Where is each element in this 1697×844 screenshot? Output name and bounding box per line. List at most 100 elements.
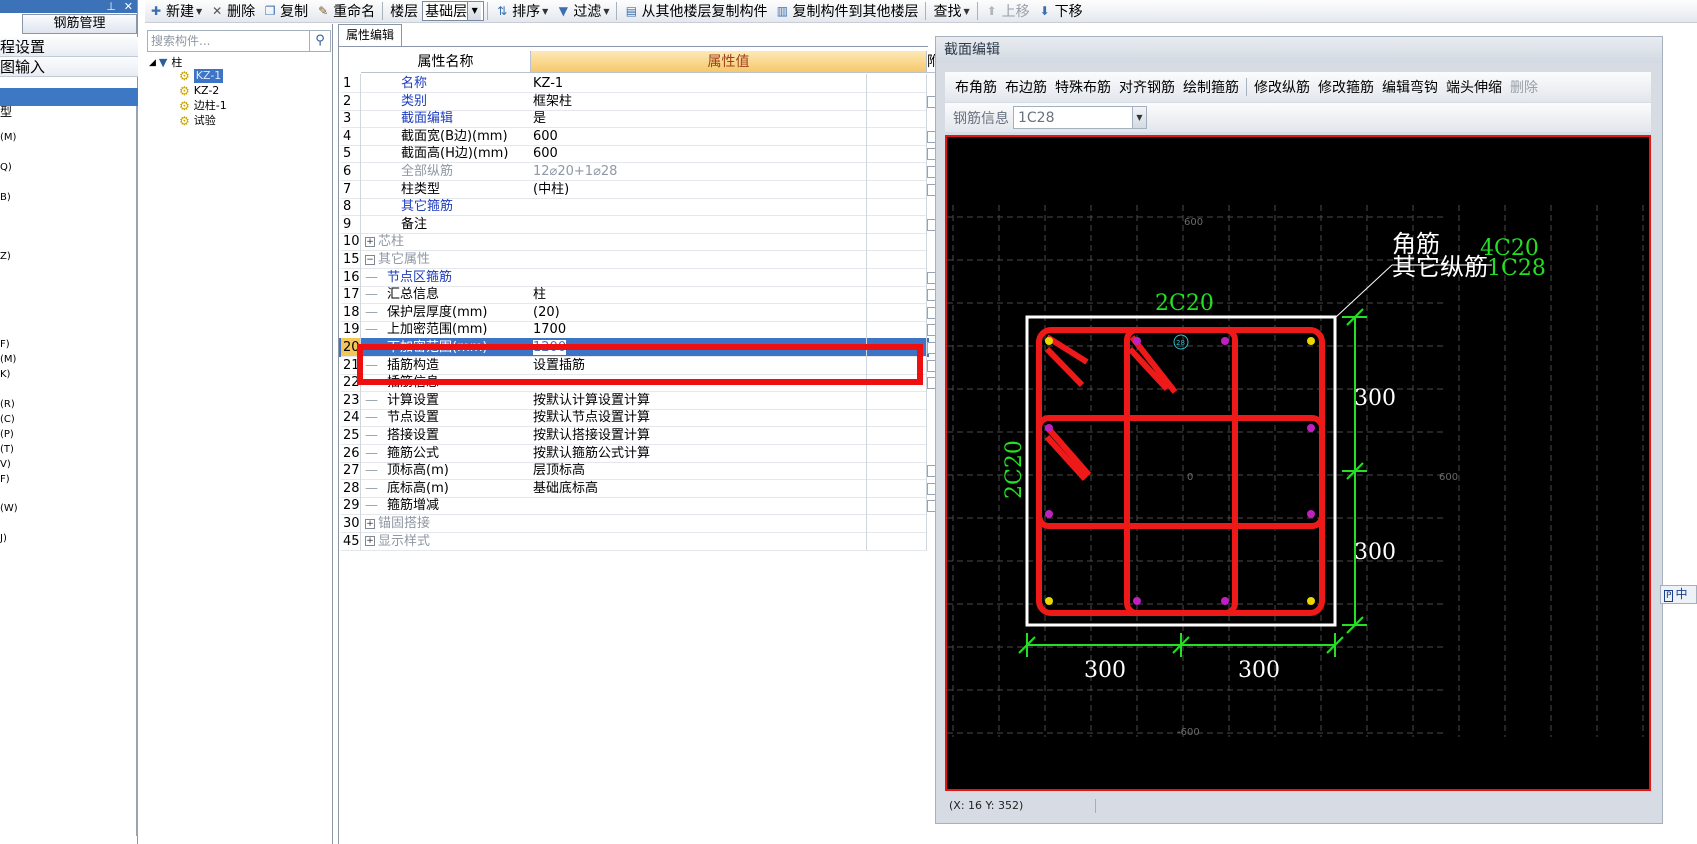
property-row[interactable]: 3 截面编辑 是 <box>339 109 929 129</box>
list-item[interactable]: F) <box>0 474 10 486</box>
copy-to-floor-button[interactable]: ▥ 复制构件到其他楼层 <box>771 1 922 22</box>
filter-button[interactable]: ▼ 过滤 ▼ <box>552 1 613 22</box>
corner-rebar-button[interactable]: 布角筋 <box>951 77 1001 97</box>
property-value-cell[interactable] <box>531 496 927 516</box>
column-header-name[interactable]: 属性名称 <box>361 51 531 73</box>
delete-button[interactable]: ✕ 删除 <box>206 1 259 22</box>
property-value-cell[interactable]: 层顶标高 <box>531 461 927 481</box>
edge-rebar-point[interactable] <box>1045 424 1053 432</box>
edge-rebar-point[interactable] <box>1221 337 1229 345</box>
edge-rebar-point[interactable] <box>1045 510 1053 518</box>
collapse-icon[interactable]: ◢ <box>149 56 156 70</box>
floor-select[interactable]: 基础层 ▼ <box>422 1 485 21</box>
list-item[interactable]: (R) <box>0 399 15 411</box>
property-row[interactable]: 25 — 搭接设置 按默认搭接设置计算 <box>339 426 929 445</box>
list-item[interactable]: Q) <box>0 162 12 174</box>
property-row[interactable]: 15− 其它属性 <box>339 250 929 269</box>
corner-rebar-point[interactable] <box>1307 337 1315 345</box>
section-canvas[interactable]: 600 600 -600 0 28 角筋 其它纵筋 4C20 1C28 2C20… <box>945 135 1651 791</box>
property-row[interactable]: 28— 底标高(m) 基础底标高 <box>339 478 939 498</box>
copy-button[interactable]: ❐ 复制 <box>259 1 312 22</box>
property-row[interactable]: 1 名称 KZ-1 <box>339 74 929 93</box>
property-row[interactable]: 29— 箍筋增减 <box>339 496 939 516</box>
chevron-down-icon[interactable]: ▼ <box>1132 107 1146 128</box>
property-value-cell[interactable]: 12⌀20+1⌀28 <box>531 162 927 181</box>
list-item[interactable]: (P) <box>0 429 14 441</box>
property-row[interactable]: 6 全部纵筋 12⌀20+1⌀28 <box>339 162 939 181</box>
edge-rebar-point[interactable] <box>1133 597 1141 605</box>
property-value-cell[interactable]: 1700 <box>531 320 927 340</box>
expand-icon[interactable]: + <box>365 518 375 529</box>
new-button[interactable]: ✚ 新建 ▼ <box>145 1 206 22</box>
edge-rebar-button[interactable]: 布边筋 <box>1001 77 1051 97</box>
list-item[interactable]: (M) <box>0 354 16 366</box>
align-rebar-button[interactable]: 对齐钢筋 <box>1115 77 1179 97</box>
rebar-info-select[interactable]: 1C28 ▼ <box>1013 106 1147 129</box>
collapse-icon[interactable]: − <box>365 254 375 265</box>
property-value-cell[interactable] <box>531 232 927 252</box>
find-button[interactable]: 查找 ▼ <box>929 1 973 22</box>
edge-rebar-point[interactable] <box>1221 597 1229 605</box>
property-row[interactable]: 27— 顶标高(m) 层顶标高 <box>339 461 939 481</box>
list-item[interactable]: V) <box>0 459 11 471</box>
list-item[interactable]: (C) <box>0 414 15 426</box>
nav-item-drawing-input[interactable]: 图输入 <box>0 57 138 77</box>
property-row[interactable]: 19— 上加密范围(mm) 1700 <box>339 320 939 340</box>
tree-node-root[interactable]: ◢ ▼ 柱 <box>149 56 182 70</box>
property-row[interactable]: 18— 保护层厚度(mm) (20) <box>339 302 939 322</box>
property-value-cell[interactable]: 按默认计算设置计算 <box>531 390 927 410</box>
property-value-cell[interactable] <box>531 267 927 287</box>
property-value-cell[interactable]: 框架柱 <box>531 91 927 111</box>
list-item[interactable]: J) <box>0 533 7 545</box>
property-value-cell[interactable] <box>531 197 927 217</box>
search-input[interactable]: 搜索构件... <box>147 30 319 52</box>
property-value-cell[interactable]: 是 <box>531 109 927 129</box>
draw-stirrup-button[interactable]: 绘制箍筋 <box>1179 77 1243 97</box>
nav-item-project-settings[interactable]: 程设置 <box>0 37 138 57</box>
tab-property-edit[interactable]: 属性编辑 <box>338 24 402 46</box>
property-value-cell[interactable] <box>531 250 927 269</box>
property-row[interactable]: 30 + 锚固搭接 <box>339 514 929 533</box>
property-row[interactable]: 8 其它箍筋 <box>339 197 929 217</box>
special-rebar-button[interactable]: 特殊布筋 <box>1051 77 1115 97</box>
tree-node-test[interactable]: ⚙ 试验 <box>179 114 216 128</box>
column-header-value[interactable]: 属性值 <box>531 51 927 73</box>
property-row[interactable]: 5 截面高(H边)(mm) 600 <box>339 144 939 164</box>
property-row[interactable]: 9 备注 <box>339 214 939 234</box>
property-row[interactable]: 16— 节点区箍筋 <box>339 267 939 287</box>
list-item[interactable]: Z) <box>0 251 11 263</box>
list-item[interactable]: (M) <box>0 132 16 144</box>
property-value-cell[interactable]: 600 <box>531 126 927 146</box>
inner-stirrup-vertical[interactable] <box>1124 327 1238 616</box>
property-value-cell[interactable]: 柱 <box>531 285 927 305</box>
property-row[interactable]: 2 类别 框架柱 <box>339 91 939 111</box>
list-item[interactable]: K) <box>0 369 10 381</box>
edge-rebar-point[interactable] <box>1133 337 1141 345</box>
tree-node-edge-column[interactable]: ⚙ 边柱-1 <box>179 99 227 113</box>
move-down-button[interactable]: ⬇ 下移 <box>1034 1 1087 22</box>
property-value-cell[interactable]: 按默认箍筋公式计算 <box>531 443 927 463</box>
corner-rebar-point[interactable] <box>1045 337 1053 345</box>
edit-stirrup-button[interactable]: 修改箍筋 <box>1314 77 1378 97</box>
tree-node-kz1[interactable]: ⚙ KZ-1 <box>179 69 224 83</box>
corner-rebar-point[interactable] <box>1307 597 1315 605</box>
sort-button[interactable]: ⇅ 排序 ▼ <box>491 1 552 22</box>
property-value-cell[interactable] <box>531 514 927 533</box>
property-row[interactable]: 10 + 芯柱 <box>339 232 929 252</box>
corner-rebar-point[interactable] <box>1045 597 1053 605</box>
property-row[interactable]: 26— 箍筋公式 按默认箍筋公式计算 <box>339 443 929 463</box>
property-value-cell[interactable]: 600 <box>531 144 927 164</box>
list-item[interactable]: F) <box>0 339 10 351</box>
delete-rebar-button[interactable]: 删除 <box>1506 77 1542 97</box>
copy-from-floor-button[interactable]: ▤ 从其他楼层复制构件 <box>620 1 771 22</box>
edge-rebar-point[interactable] <box>1307 510 1315 518</box>
expand-icon[interactable]: + <box>365 236 375 247</box>
property-value-cell[interactable]: (20) <box>531 302 927 322</box>
edge-rebar-point[interactable] <box>1307 424 1315 432</box>
expand-icon[interactable]: + <box>365 536 375 547</box>
search-icon[interactable]: ⚲ <box>309 30 331 52</box>
rebar-management-button[interactable]: 钢筋管理 <box>22 14 137 34</box>
tree-node-kz2[interactable]: ⚙ KZ-2 <box>179 84 219 98</box>
edit-longitudinal-button[interactable]: 修改纵筋 <box>1250 77 1314 97</box>
property-value-cell[interactable] <box>531 531 927 551</box>
